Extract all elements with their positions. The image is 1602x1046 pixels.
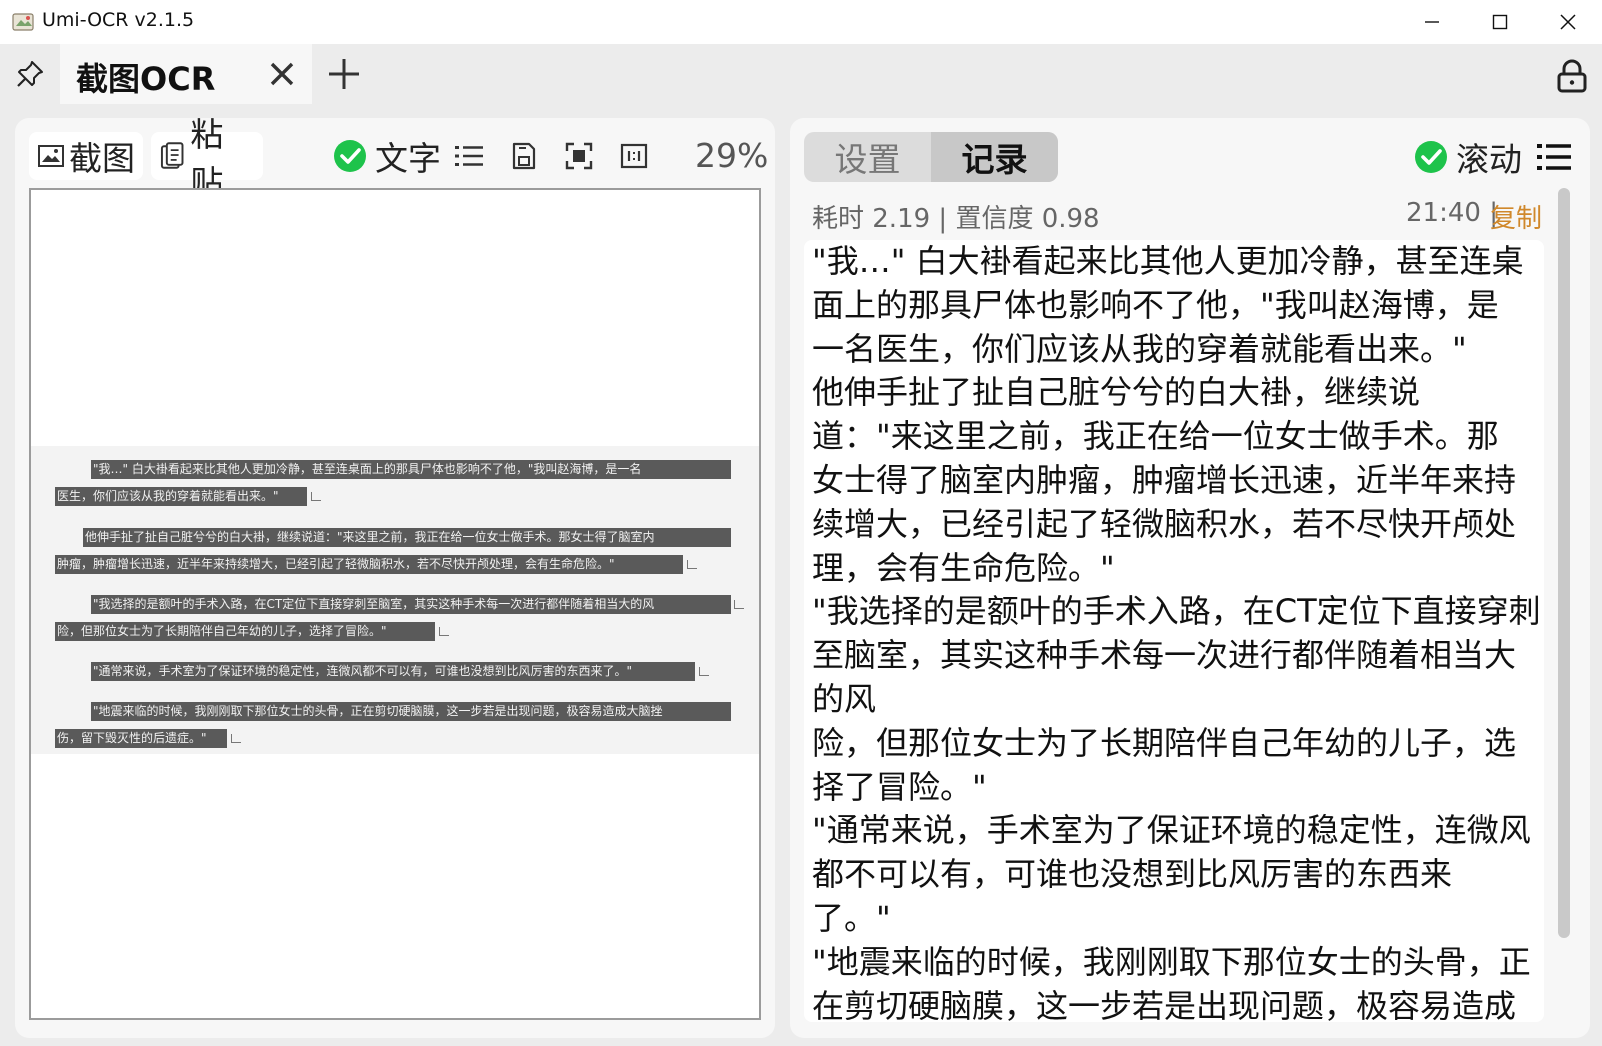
preview-text-line: 伤，留下毁灭性的后遗症。"	[55, 729, 227, 748]
pin-icon	[17, 61, 43, 87]
result-line: 他伸手扯了扯自己脏兮兮的白大褂，继续说	[812, 373, 1421, 412]
close-window-button[interactable]	[1534, 0, 1602, 44]
clipboard-icon	[160, 142, 184, 169]
result-line: 择了冒险。"	[812, 767, 987, 806]
save-icon	[512, 142, 536, 170]
result-line: "通常来说，手术室为了保证环境的稳定性，连微风	[812, 811, 1531, 850]
add-tab-button[interactable]	[322, 52, 366, 96]
text-toggle-label: 文字	[375, 139, 441, 178]
check-circle-icon	[334, 140, 366, 172]
tab-records[interactable]: 记录	[931, 132, 1058, 182]
pin-button[interactable]	[8, 54, 52, 94]
tab-screenshot-ocr[interactable]: 截图OCR	[60, 44, 312, 104]
workspace: 截图 粘贴 文字 29% "我…" 白大褂看起来比其他人更加冷静，甚至连桌面上的…	[0, 104, 1602, 1046]
result-line: 续增大，已经引起了轻微脑积水，若不尽快开颅处	[812, 504, 1517, 543]
close-icon	[270, 62, 294, 86]
tab-bar: 截图OCR	[0, 44, 1602, 104]
screenshot-image: "我…" 白大褂看起来比其他人更加冷静，甚至连桌面上的那具尸体也影响不了他，"我…	[31, 446, 759, 754]
maximize-icon	[1492, 14, 1508, 30]
preview-text-line: "我…" 白大褂看起来比其他人更加冷静，甚至连桌面上的那具尸体也影响不了他，"我…	[91, 460, 731, 479]
image-icon	[38, 145, 64, 167]
fit-view-button[interactable]	[559, 136, 599, 176]
result-line: 险，但那位女士为了长期陪伴自己年幼的儿子，选	[812, 723, 1517, 762]
lock-button[interactable]	[1550, 54, 1594, 98]
result-line: "地震来临的时候，我刚刚取下那位女士的头骨，正	[812, 942, 1531, 981]
scroll-toggle-label: 滚动	[1456, 140, 1522, 179]
result-line: "我…" 白大褂看起来比其他人更加冷静，甚至连桌	[812, 242, 1524, 280]
screenshot-label: 截图	[69, 139, 135, 178]
result-line: 面上的那具尸体也影响不了他，"我叫赵海博，是	[812, 285, 1499, 324]
preview-text-line: "我选择的是额叶的手术入路，在CT定位下直接穿刺至脑室，其实这种手术每一次进行都…	[91, 595, 731, 614]
result-line: 至脑室，其实这种手术每一次进行都伴随着相当大	[812, 636, 1517, 675]
image-viewer[interactable]: "我…" 白大褂看起来比其他人更加冷静，甚至连桌面上的那具尸体也影响不了他，"我…	[29, 188, 761, 1020]
result-line: 了。"	[812, 898, 891, 937]
result-line: 道："来这里之前，我正在给一位女士做手术。那	[812, 417, 1499, 456]
auto-scroll-checkbox[interactable]: 滚动	[1414, 134, 1522, 180]
record-timestamp: 21:40 |	[1406, 198, 1498, 228]
records-menu-button[interactable]	[1532, 136, 1576, 178]
lock-icon	[1557, 59, 1587, 93]
result-line: 的风	[812, 679, 877, 718]
screenshot-button[interactable]: 截图	[29, 132, 143, 180]
tab-close-button[interactable]	[260, 52, 304, 96]
return-mark-icon	[687, 560, 697, 569]
result-line: 女士得了脑室内肿瘤，肿瘤增长迅速，近半年来持	[812, 460, 1517, 499]
tab-label: 截图OCR	[76, 60, 216, 98]
tab-settings[interactable]: 设置	[804, 132, 931, 182]
panel-tabs: 设置 记录	[804, 132, 1058, 182]
app-logo-icon	[12, 13, 34, 31]
result-panel: 设置 记录 滚动 耗时 2.19 | 置信度 0.98 21:40 | 复制 "…	[790, 118, 1590, 1038]
plus-icon	[329, 59, 359, 89]
return-mark-icon	[439, 627, 449, 636]
preview-text-line: "地震来临的时候，我刚刚取下那位女士的头骨，正在剪切硬脑膜，这一步若是出现问题，…	[91, 702, 731, 721]
return-mark-icon	[231, 734, 241, 743]
zoom-level: 29%	[695, 136, 769, 175]
scrollbar[interactable]	[1558, 188, 1570, 938]
preview-text-line: 险，但那位女士为了长期陪伴自己年幼的儿子，选择了冒险。"	[55, 622, 435, 641]
result-line: "我选择的是额叶的手术入路，在CT定位下直接穿刺	[812, 592, 1541, 631]
preview-text-line: 他伸手扯了扯自己脏兮兮的白大褂，继续说道："来这里之前，我正在给一位女士做手术。…	[83, 528, 731, 547]
title-bar: Umi-OCR v2.1.5	[0, 0, 1602, 44]
result-line: 都不可以有，可谁也没想到比风厉害的东西来	[812, 855, 1453, 894]
preview-text-line: 医生，你们应该从我的穿着就能看出来。"	[55, 487, 307, 506]
minimize-icon	[1425, 21, 1439, 23]
close-icon	[1560, 14, 1576, 30]
list-icon	[1537, 144, 1571, 170]
fit-screen-icon	[565, 142, 593, 170]
result-line: 在剪切硬脑膜，这一步若是出现问题，极容易造成	[812, 986, 1517, 1022]
window-title: Umi-OCR v2.1.5	[42, 9, 195, 31]
list-view-button[interactable]	[449, 136, 489, 176]
preview-text-line: 肿瘤，肿瘤增长迅速，近半年来持续增大，已经引起了轻微脑积水，若不尽快开颅处理，会…	[55, 555, 683, 574]
ocr-result-text[interactable]: "我…" 白大褂看起来比其他人更加冷静，甚至连桌 面上的那具尸体也影响不了他，"…	[804, 240, 1544, 1022]
image-panel: 截图 粘贴 文字 29% "我…" 白大褂看起来比其他人更加冷静，甚至连桌面上的…	[15, 115, 775, 1038]
return-mark-icon	[311, 492, 321, 501]
actual-size-button[interactable]	[614, 136, 654, 176]
one-to-one-icon	[620, 143, 648, 169]
maximize-button[interactable]	[1466, 0, 1534, 44]
check-circle-icon	[1415, 141, 1447, 173]
return-mark-icon	[734, 600, 744, 609]
list-icon	[455, 146, 483, 166]
minimize-button[interactable]	[1398, 0, 1466, 44]
return-mark-icon	[699, 667, 709, 676]
result-line: 一名医生，你们应该从我的穿着就能看出来。"	[812, 329, 1467, 368]
record-stats: 耗时 2.19 | 置信度 0.98	[812, 204, 1100, 234]
copy-link[interactable]: 复制	[1490, 198, 1542, 235]
show-text-checkbox[interactable]: 文字	[333, 134, 441, 178]
preview-text-line: "通常来说，手术室为了保证环境的稳定性，连微风都不可以有，可谁也没想到比风厉害的…	[91, 662, 695, 681]
result-line: 理，会有生命危险。"	[812, 548, 1115, 587]
save-image-button[interactable]	[504, 136, 544, 176]
paste-button[interactable]: 粘贴	[151, 115, 263, 202]
